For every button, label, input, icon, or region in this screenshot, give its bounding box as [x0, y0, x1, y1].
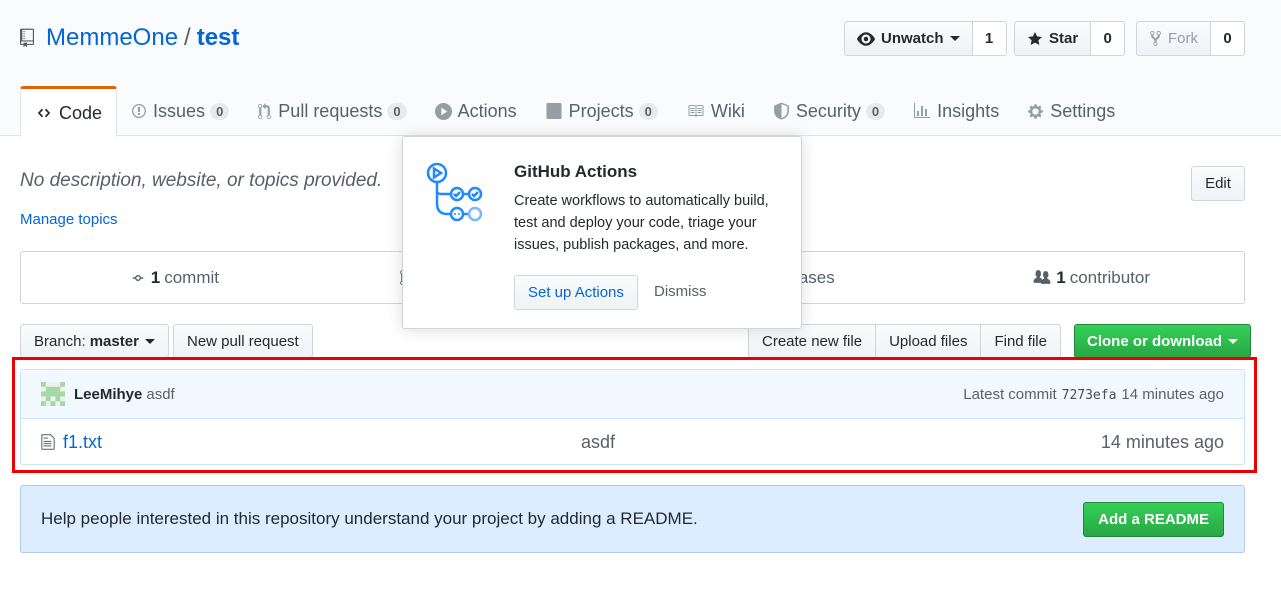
unwatch-button[interactable]: Unwatch [844, 21, 973, 56]
actions-workflow-icon [426, 162, 483, 222]
tab-insights-label: Insights [937, 100, 1000, 121]
unwatch-label: Unwatch [881, 30, 944, 47]
star-button[interactable]: Star [1014, 21, 1092, 56]
contributors-label: contributor [1069, 267, 1151, 287]
people-icon [1033, 270, 1051, 284]
branch-prefix: Branch: [34, 332, 86, 350]
repo-title: MemmeOne / test [20, 24, 239, 52]
eye-icon [857, 31, 875, 46]
tab-wiki-label: Wiki [710, 100, 745, 121]
repo-icon [20, 28, 34, 48]
repo-header: MemmeOne / test Unwatch 1 Star 0 Fork 0 … [0, 0, 1281, 137]
find-file-button[interactable]: Find file [981, 324, 1061, 358]
commits-count: 1 [150, 267, 161, 287]
tab-issues[interactable]: Issues 0 [117, 86, 243, 136]
clone-label: Clone or download [1087, 332, 1222, 350]
manage-topics-link[interactable]: Manage topics [20, 211, 118, 228]
fork-group: Fork 0 [1136, 21, 1245, 56]
set-up-actions-button[interactable]: Set up Actions [514, 275, 638, 310]
watch-group: Unwatch 1 [844, 21, 1007, 56]
commits-summary[interactable]: 1 commit [21, 268, 327, 288]
project-icon [546, 103, 562, 119]
fork-label: Fork [1168, 30, 1198, 47]
tab-projects[interactable]: Projects 0 [531, 86, 672, 136]
fork-icon [1150, 31, 1161, 46]
clone-download-button[interactable]: Clone or download [1074, 324, 1251, 358]
issue-icon [132, 104, 147, 118]
chevron-down-icon [144, 338, 155, 344]
tab-wiki[interactable]: Wiki [672, 86, 759, 136]
commits-label: commit [164, 267, 219, 287]
tab-settings[interactable]: Settings [1013, 86, 1129, 136]
chevron-down-icon [949, 36, 960, 41]
fork-count[interactable]: 0 [1211, 21, 1245, 56]
tab-settings-label: Settings [1050, 100, 1116, 121]
projects-counter: 0 [638, 102, 658, 120]
tab-insights[interactable]: Insights [899, 86, 1013, 136]
add-readme-button[interactable]: Add a README [1083, 501, 1224, 537]
file-actions-group: Create new file Upload files Find file [748, 324, 1061, 358]
code-icon [37, 108, 51, 118]
star-group: Star 0 [1014, 21, 1126, 56]
tab-security[interactable]: Security 0 [759, 86, 899, 136]
tab-pull-requests-label: Pull requests [278, 100, 383, 121]
dismiss-button[interactable]: Dismiss [654, 283, 707, 300]
star-label: Star [1049, 30, 1079, 47]
tab-code[interactable]: Code [20, 86, 118, 137]
actions-popover: GitHub Actions Create workflows to autom… [402, 136, 802, 329]
fork-button[interactable]: Fork [1136, 21, 1211, 56]
tab-security-label: Security [795, 100, 861, 121]
readme-prompt: Help people interested in this repositor… [20, 485, 1245, 553]
tab-actions[interactable]: Actions [421, 86, 531, 136]
pull-requests-counter: 0 [387, 102, 407, 120]
commit-icon [132, 274, 143, 281]
gear-icon [1028, 103, 1044, 119]
repo-owner-link[interactable]: MemmeOne [46, 24, 178, 52]
chevron-down-icon [1228, 338, 1238, 344]
tab-issues-label: Issues [153, 100, 206, 121]
tab-code-label: Code [59, 102, 103, 123]
readme-prompt-text: Help people interested in this repositor… [41, 509, 698, 528]
branch-select-button[interactable]: Branch: master [20, 324, 169, 358]
repo-separator: / [184, 24, 191, 51]
repo-name-link[interactable]: test [197, 24, 240, 52]
repo-description: No description, website, or topics provi… [20, 170, 383, 191]
book-icon [688, 105, 704, 117]
highlight-box [12, 357, 1257, 473]
watch-count[interactable]: 1 [972, 21, 1007, 56]
pull-request-icon [258, 102, 272, 119]
security-counter: 0 [865, 102, 886, 120]
contributors-count: 1 [1056, 267, 1066, 287]
issues-counter: 0 [210, 102, 230, 120]
new-pull-request-button[interactable]: New pull request [173, 324, 313, 358]
shield-icon [773, 102, 789, 120]
star-count[interactable]: 0 [1091, 21, 1126, 56]
create-new-file-button[interactable]: Create new file [748, 324, 877, 358]
edit-button[interactable]: Edit [1191, 166, 1245, 201]
branch-name: master [89, 332, 139, 350]
tab-projects-label: Projects [568, 100, 634, 121]
popover-title: GitHub Actions [514, 162, 638, 181]
contributors-summary[interactable]: 1 contributor [938, 268, 1244, 288]
star-icon [1028, 31, 1042, 45]
repo-tabs: Code Issues 0 Pull requests 0 Actions Pr… [20, 86, 1129, 137]
popover-text: Create workflows to automatically build,… [514, 193, 769, 253]
tab-pull-requests[interactable]: Pull requests 0 [243, 86, 420, 136]
graph-icon [914, 103, 931, 118]
upload-files-button[interactable]: Upload files [876, 324, 982, 358]
tab-actions-label: Actions [457, 100, 517, 121]
play-icon [434, 102, 452, 120]
